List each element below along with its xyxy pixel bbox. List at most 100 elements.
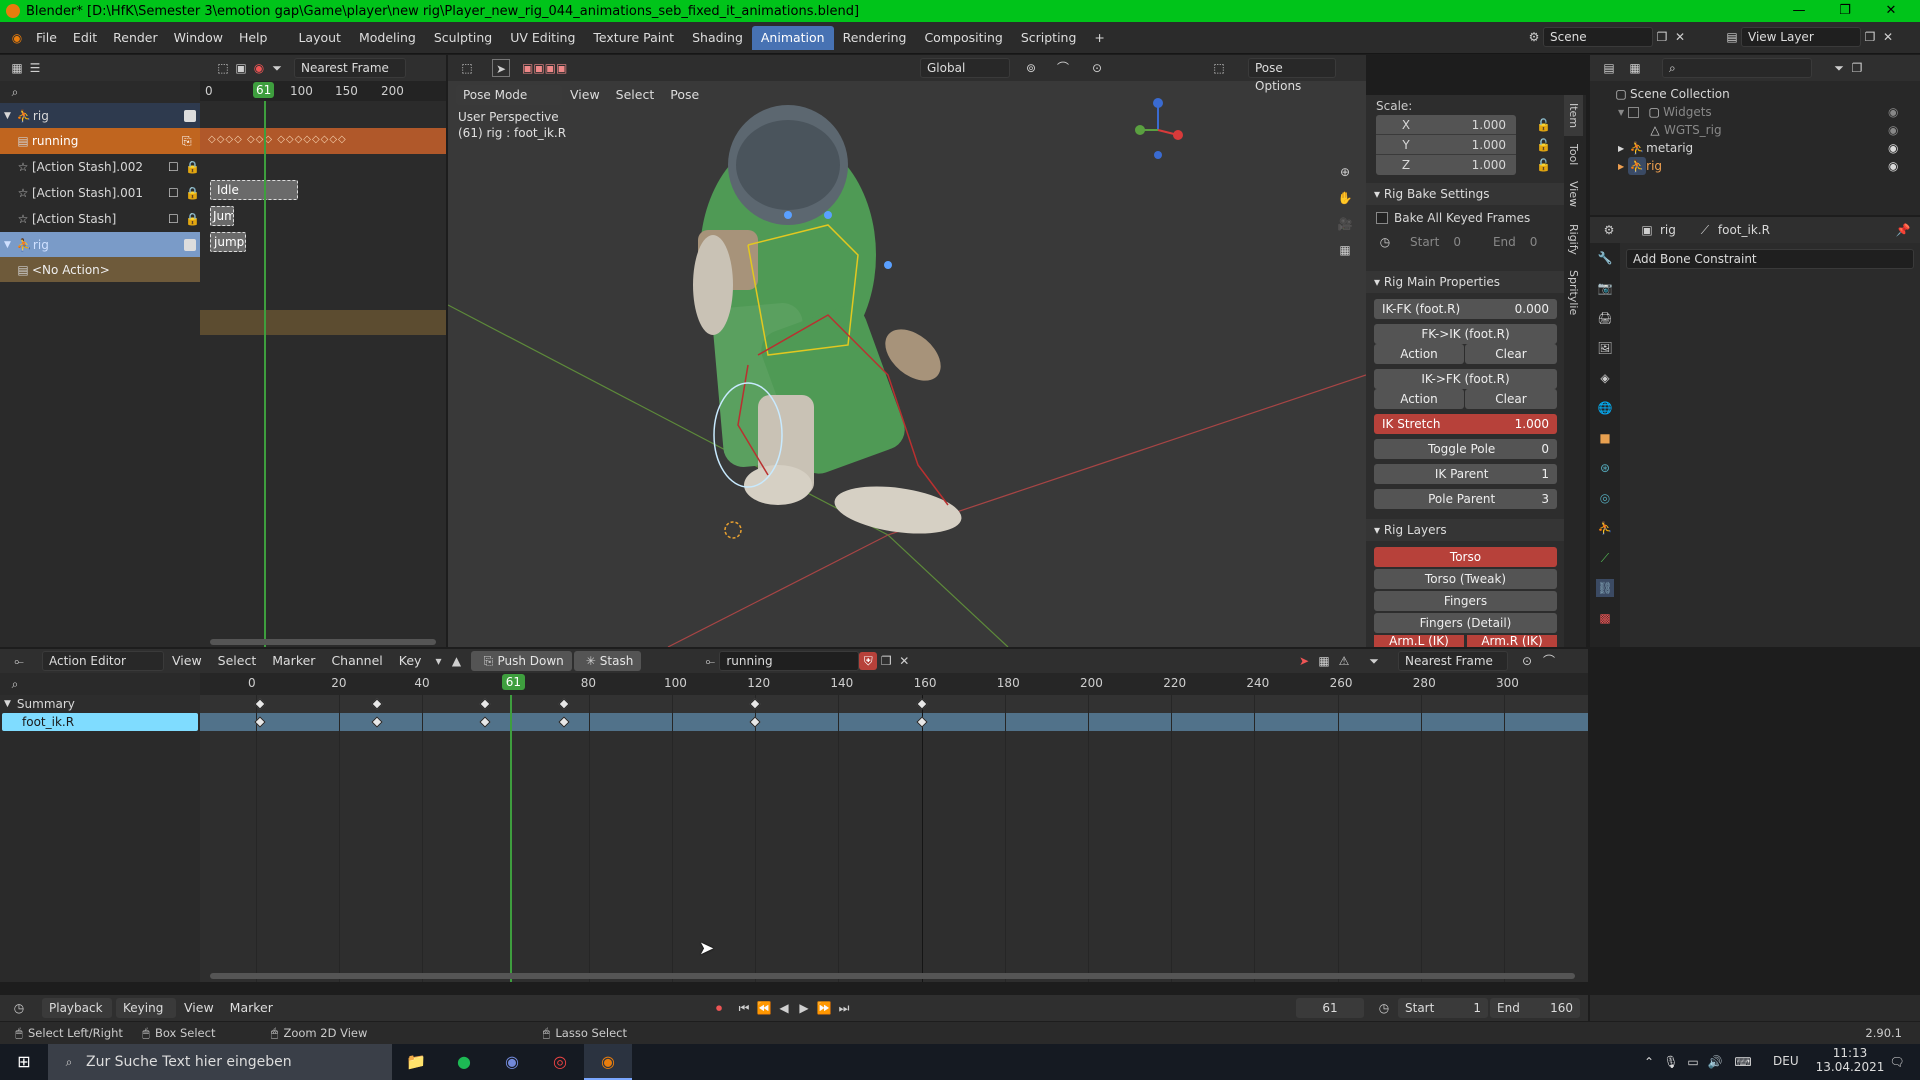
menu-key[interactable]: Key [391,649,430,673]
texture-tab-icon[interactable]: ▩ [1596,609,1614,627]
keyframe[interactable] [749,698,761,710]
editor-type-icon[interactable]: ▤ [1600,59,1618,77]
output-tab-icon[interactable]: 🖨 [1596,309,1614,327]
keyframe[interactable] [558,698,570,710]
checkbox-icon[interactable] [1376,212,1388,224]
lock-icon[interactable]: 🔒 [185,160,200,174]
outliner-row-rig[interactable]: ▶ ⛹ rig ◉ [1618,157,1918,175]
layer-arm-r-ik[interactable]: Arm.R (IK) [1467,635,1557,647]
add-bone-constraint-dropdown[interactable]: Add Bone Constraint [1626,249,1914,269]
current-frame-field[interactable]: 61 [1296,998,1364,1018]
nla-playhead[interactable] [264,101,266,647]
menu-window[interactable]: Window [166,22,231,54]
view-layer-name[interactable]: View Layer [1741,27,1861,47]
nla-strip-jump[interactable]: jump [210,232,246,252]
tab-view[interactable]: View [1564,173,1583,215]
action-search[interactable]: ⌕ [0,673,200,695]
bone-constraint-tab-icon[interactable]: ⛓ [1596,579,1614,597]
3d-viewport[interactable]: ⬚ ➤ ▣▣▣▣ Global ⊚ ⌒ ⊙ ⬚ Pose Options Pos… [448,55,1366,647]
nla-scrollbar[interactable] [210,639,436,645]
scene-selector[interactable]: ⚙ Scene ❐ ✕ [1525,27,1689,47]
start-value[interactable]: 0 [1453,235,1461,249]
menu-view[interactable]: View [164,649,210,673]
scale-y-field[interactable]: Y 1.000 [1376,135,1516,155]
filter-icon[interactable]: ⏷ [268,59,286,77]
dopesheet-area[interactable]: 0 20 40 61 80 100 120 140 160 180 200 220 240 260 280 3… [200,673,1588,982]
new-view-layer-icon[interactable]: ❐ [1861,28,1879,46]
expand-arrow-icon[interactable]: ▼ [1618,108,1624,117]
start-frame-field[interactable]: Start 1 [1398,998,1488,1018]
view-layer-tab-icon[interactable]: 🖼 [1596,339,1614,357]
keying-dropdown[interactable]: Keying [116,998,176,1018]
tab-rigify[interactable]: Rigify [1564,216,1583,263]
expand-arrow-icon[interactable]: ▶ [1618,144,1624,153]
display-mode-icon[interactable]: ▦ [1626,59,1644,77]
editor-type-icon[interactable]: ◷ [10,999,28,1017]
bake-all-checkbox[interactable]: Bake All Keyed Frames [1376,211,1530,225]
add-workspace-button[interactable]: + [1085,26,1113,50]
expand-arrow-icon[interactable]: ▼ [4,699,11,709]
rig-bake-header[interactable]: ▾ Rig Bake Settings [1366,183,1564,205]
keyframe[interactable] [254,716,266,728]
input-language[interactable]: DEU [1773,1054,1799,1068]
camera-icon[interactable]: 🎥 [1336,215,1354,233]
playback-dropdown[interactable]: Playback [42,998,112,1018]
mute-icon[interactable]: ☐ [168,160,179,174]
delete-view-layer-icon[interactable]: ✕ [1879,28,1897,46]
chrome-icon[interactable]: ◎ [536,1044,584,1080]
layer-torso[interactable]: Torso [1374,547,1557,567]
scene-collection-row[interactable]: ▢ Scene Collection [1612,85,1729,103]
jump-start-icon[interactable]: ⏮ [735,999,753,1017]
rig-layers-header[interactable]: ▾ Rig Layers [1366,519,1564,541]
visibility-eye-icon[interactable]: ◉ [1888,105,1898,119]
layer-arm-l-ik[interactable]: Arm.L (IK) [1374,635,1464,647]
expand-arrow-icon[interactable]: ▼ [4,111,11,121]
keyframe[interactable] [915,716,928,728]
tab-texture-paint[interactable]: Texture Paint [584,26,683,50]
scale-x-field[interactable]: X 1.000 [1376,115,1516,135]
checkbox-icon[interactable] [184,109,196,122]
visibility-eye-icon[interactable]: ◉ [1888,123,1898,137]
clear-button[interactable]: Clear [1465,389,1557,409]
nla-search[interactable]: ⌕ [0,81,200,103]
menu-marker[interactable]: Marker [222,995,281,1021]
tab-compositing[interactable]: Compositing [915,26,1011,50]
preview-range-icon[interactable]: ◷ [1375,999,1393,1017]
menu-icon[interactable]: ☰ [26,59,44,77]
notifications-icon[interactable]: 🗨 [1888,1053,1906,1071]
mute-icon[interactable]: ☐ [168,186,179,200]
checkbox-icon[interactable] [184,238,196,251]
ik-to-fk-button[interactable]: IK->FK (foot.R) [1374,369,1557,389]
playhead[interactable] [509,695,512,982]
grid-icon[interactable]: ▦ [1336,241,1354,259]
falloff-icon[interactable]: ⌒ [1540,652,1558,670]
prev-keyframe-icon[interactable]: ⏪ [755,999,773,1017]
jump-end-icon[interactable]: ⏭ [835,999,853,1017]
pin-icon[interactable]: 📌 [1894,221,1912,239]
tab-tool[interactable]: Tool [1564,136,1583,173]
nla-row-stash[interactable]: ☆ [Action Stash] ☐ 🔒 [0,206,200,232]
record-icon[interactable]: ⏺ [710,999,728,1017]
close-button[interactable]: ✕ [1868,0,1914,22]
menu-edit[interactable]: Edit [65,22,105,54]
axis-gizmo-icon[interactable] [1128,95,1188,165]
menu-marker[interactable]: Marker [264,649,323,673]
ik-parent-field[interactable]: IK Parent 1 [1374,464,1557,484]
layer-fingers-detail[interactable]: Fingers (Detail) [1374,613,1557,633]
expand-arrow-icon[interactable]: ▼ [4,240,11,250]
tab-uv-editing[interactable]: UV Editing [501,26,584,50]
keyboard-icon[interactable]: ⌨ [1734,1053,1752,1071]
nla-strip-jum[interactable]: Jum [210,206,234,226]
taskbar-search[interactable]: ⌕ Zur Suche Text hier eingeben [48,1044,392,1080]
outliner-search-field[interactable]: ⌕ [1662,58,1812,78]
push-down-icon[interactable]: ⎘ [182,134,192,149]
ik-stretch-slider[interactable]: IK Stretch 1.000 [1374,414,1557,434]
show-hidden-icon[interactable]: ▦ [1315,652,1333,670]
playhead-label[interactable]: 61 [253,82,275,98]
keyframe[interactable] [558,716,570,728]
new-action-icon[interactable]: ❐ [877,652,895,670]
end-frame-field[interactable]: End 160 [1490,998,1580,1018]
tray-chevron-icon[interactable]: ⌃ [1640,1053,1658,1071]
editor-type-icon[interactable]: ▦ [8,59,26,77]
menu-channel[interactable]: Channel [323,649,390,673]
